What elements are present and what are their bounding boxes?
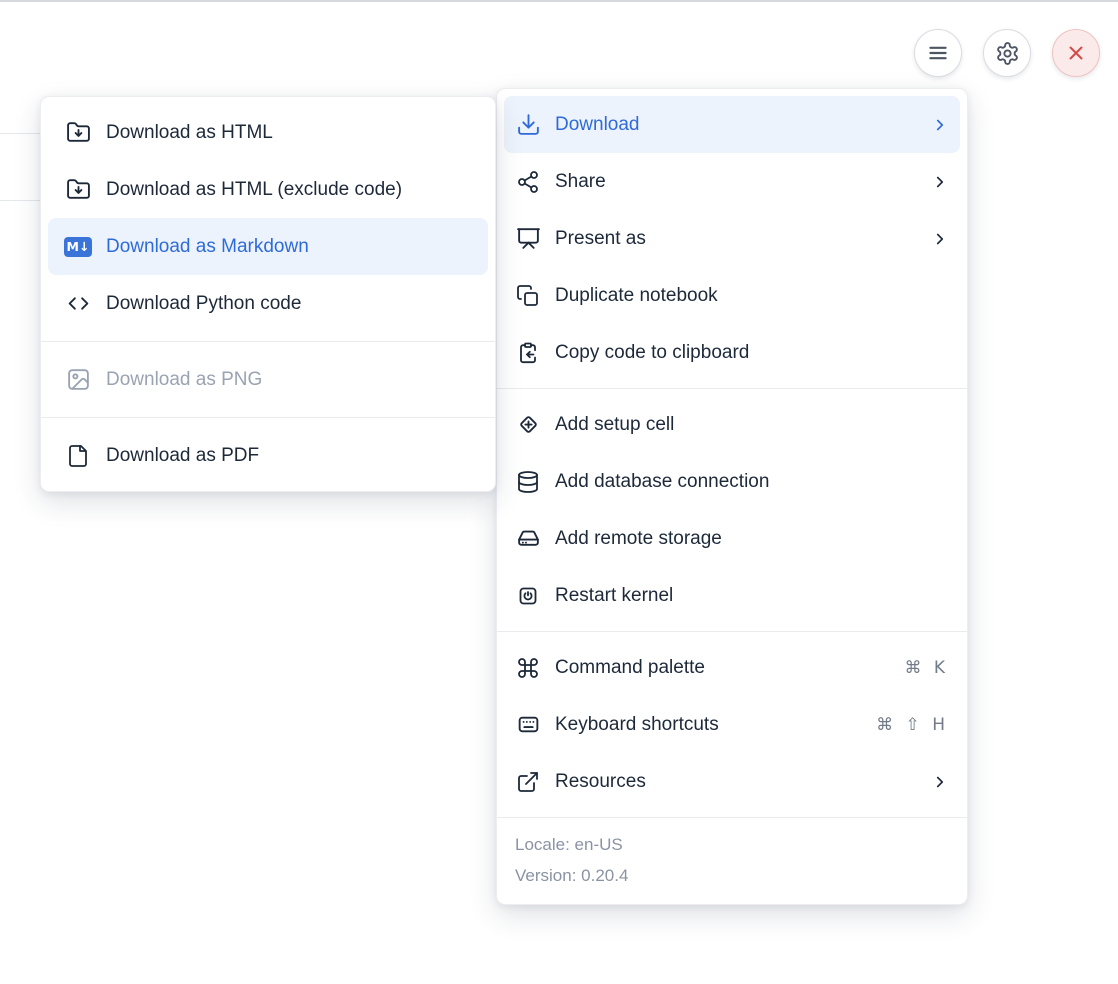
menu-item-restart-kernel[interactable]: Restart kernel (504, 567, 960, 624)
download-submenu: Download as HTML Download as HTML (exclu… (40, 96, 496, 492)
menu-item-present-as[interactable]: Present as (504, 210, 960, 267)
menu-item-add-remote-storage[interactable]: Add remote storage (504, 510, 960, 567)
keyboard-icon (515, 712, 541, 737)
top-border-line (0, 0, 1118, 2)
submenu-item-download-png: Download as PNG (48, 351, 488, 408)
menu-item-label: Keyboard shortcuts (555, 714, 876, 736)
command-icon (515, 656, 541, 680)
code-icon (64, 291, 92, 316)
menu-item-duplicate-notebook[interactable]: Duplicate notebook (504, 267, 960, 324)
menu-item-label: Add setup cell (555, 414, 949, 436)
close-icon (1064, 41, 1088, 65)
gear-icon (995, 41, 1020, 66)
shortcut-hint: ⌘ K (904, 658, 945, 678)
external-link-icon (515, 770, 541, 794)
locale-text: Locale: en-US (515, 829, 949, 860)
duplicate-icon (515, 284, 541, 308)
submenu-item-download-markdown[interactable]: M↓ Download as Markdown (48, 218, 488, 275)
settings-button[interactable] (983, 29, 1031, 77)
submenu-item-label: Download as HTML (106, 122, 478, 144)
folder-down-icon (64, 120, 92, 145)
hamburger-menu-icon (925, 40, 951, 66)
background-divider-line (0, 200, 40, 201)
submenu-item-label: Download as PNG (106, 369, 478, 391)
menu-item-command-palette[interactable]: Command palette ⌘ K (504, 639, 960, 696)
menu-item-label: Restart kernel (555, 585, 949, 607)
version-text: Version: 0.20.4 (515, 860, 949, 891)
notebook-action-buttons (914, 29, 1100, 77)
submenu-separator (41, 417, 495, 418)
menu-item-label: Copy code to clipboard (555, 342, 949, 364)
share-icon (515, 170, 541, 194)
database-icon (515, 470, 541, 494)
menu-item-label: Duplicate notebook (555, 285, 949, 307)
menu-item-label: Present as (555, 228, 923, 250)
file-icon (64, 444, 92, 468)
presentation-icon (515, 226, 541, 251)
diamond-plus-icon (515, 412, 541, 437)
background-divider-line (0, 133, 40, 134)
folder-down-icon (64, 177, 92, 202)
power-icon (515, 584, 541, 608)
download-icon (515, 112, 541, 137)
menu-item-copy-code[interactable]: Copy code to clipboard (504, 324, 960, 381)
submenu-item-download-html[interactable]: Download as HTML (48, 104, 488, 161)
shortcut-hint: ⌘ ⇧ H (876, 715, 945, 735)
submenu-item-label: Download as Markdown (106, 236, 478, 258)
hard-drive-icon (515, 526, 541, 551)
menu-item-download[interactable]: Download (504, 96, 960, 153)
menu-item-add-database-connection[interactable]: Add database connection (504, 453, 960, 510)
menu-item-label: Add database connection (555, 471, 949, 493)
menu-item-label: Share (555, 171, 923, 193)
chevron-right-icon (931, 173, 949, 191)
submenu-item-label: Download Python code (106, 293, 478, 315)
menu-item-label: Command palette (555, 657, 904, 679)
menu-item-label: Resources (555, 771, 923, 793)
markdown-icon: M↓ (64, 237, 92, 257)
submenu-item-label: Download as HTML (exclude code) (106, 179, 478, 201)
menu-separator (497, 388, 967, 389)
chevron-right-icon (931, 116, 949, 134)
submenu-item-download-python-code[interactable]: Download Python code (48, 275, 488, 332)
menu-item-label: Add remote storage (555, 528, 949, 550)
menu-separator (497, 631, 967, 632)
clipboard-copy-icon (515, 341, 541, 365)
submenu-item-label: Download as PDF (106, 445, 478, 467)
menu-item-resources[interactable]: Resources (504, 753, 960, 810)
markdown-badge: M↓ (64, 237, 92, 257)
submenu-item-download-pdf[interactable]: Download as PDF (48, 427, 488, 484)
submenu-separator (41, 341, 495, 342)
menu-item-add-setup-cell[interactable]: Add setup cell (504, 396, 960, 453)
menu-item-share[interactable]: Share (504, 153, 960, 210)
menu-item-keyboard-shortcuts[interactable]: Keyboard shortcuts ⌘ ⇧ H (504, 696, 960, 753)
notebook-menu: Download Share Present as Duplicate note… (496, 88, 968, 905)
image-icon (64, 367, 92, 392)
close-button[interactable] (1052, 29, 1100, 77)
chevron-right-icon (931, 773, 949, 791)
menu-footer: Locale: en-US Version: 0.20.4 (497, 817, 967, 904)
chevron-right-icon (931, 230, 949, 248)
menu-button[interactable] (914, 29, 962, 77)
menu-item-label: Download (555, 114, 923, 136)
submenu-item-download-html-exclude-code[interactable]: Download as HTML (exclude code) (48, 161, 488, 218)
